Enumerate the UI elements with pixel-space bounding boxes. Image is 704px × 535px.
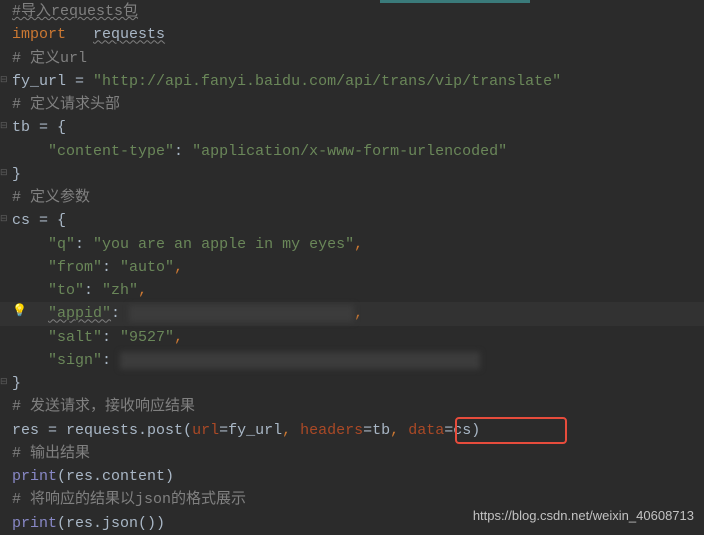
lightbulb-icon[interactable]: 💡 [12,302,26,316]
dict-key: "to" [48,282,84,299]
code-line[interactable]: print(res.content) [12,465,704,488]
code-line[interactable]: ⊟} [12,163,704,186]
fold-marker-icon[interactable]: ⊟ [0,213,10,223]
dict-key: "from" [48,259,102,276]
code-line[interactable]: # 发送请求，接收响应结果 [12,395,704,418]
dict-key: "sign" [48,352,102,369]
fold-marker-icon[interactable]: ⊟ [0,120,10,130]
code-line[interactable]: # 输出结果 [12,442,704,465]
fold-marker-icon[interactable]: ⊟ [0,376,10,386]
function-call: requests.post( [66,422,192,439]
code-line[interactable]: # 定义url [12,47,704,70]
fold-marker-icon[interactable]: ⊟ [0,74,10,84]
code-line[interactable]: ⊟cs = { [12,209,704,232]
dict-key: "salt" [48,329,102,346]
builtin-print: print [12,468,57,485]
code-line[interactable]: "from": "auto", [12,256,704,279]
comment: # 定义参数 [12,189,90,206]
dict-value: "you are an apple in my eyes" [93,236,354,253]
code-line[interactable]: "to": "zh", [12,279,704,302]
variable: fy_url [12,73,66,90]
comment: #导入requests包 [12,3,138,20]
kwarg: url [192,422,219,439]
code-line[interactable]: # 定义请求头部 [12,93,704,116]
code-line[interactable]: "salt": "9527", [12,326,704,349]
kwarg: data [408,422,444,439]
code-editor[interactable]: #导入requests包 import requests # 定义url ⊟fy… [0,0,704,535]
comment: # 输出结果 [12,445,90,462]
comment: # 发送请求，接收响应结果 [12,398,195,415]
code-line[interactable]: ⊟tb = { [12,116,704,139]
dict-value: "zh" [102,282,138,299]
redacted-value: " " [120,352,480,369]
module-name: requests [93,26,165,43]
code-line[interactable]: "content-type": "application/x-www-form-… [12,140,704,163]
dict-value: "auto" [120,259,174,276]
string-literal: "http://api.fanyi.baidu.com/api/trans/vi… [93,73,561,90]
close-brace: } [12,375,21,392]
redacted-value: " " [129,305,354,322]
code-line[interactable]: import requests [12,23,704,46]
fold-marker-icon[interactable]: ⊟ [0,167,10,177]
keyword-import: import [12,26,66,43]
builtin-print: print [12,515,57,532]
dict-key: "q" [48,236,75,253]
code-line[interactable]: ⊟} [12,372,704,395]
comment: # 将响应的结果以json的格式展示 [12,491,246,508]
code-line-highlighted[interactable]: 💡 "appid": " ", [0,302,704,325]
comment: # 定义请求头部 [12,96,120,113]
dict-declaration: cs = { [12,212,66,229]
dict-key: "content-type" [48,143,174,160]
kwarg: headers [300,422,363,439]
dict-value: "9527" [120,329,174,346]
close-brace: } [12,166,21,183]
dict-key: "appid" [48,305,111,322]
code-line[interactable]: ⊟fy_url = "http://api.fanyi.baidu.com/ap… [12,70,704,93]
variable: res [12,422,39,439]
dict-declaration: tb = { [12,119,66,136]
code-line[interactable]: # 定义参数 [12,186,704,209]
comment: # 定义url [12,50,87,67]
watermark-text: https://blog.csdn.net/weixin_40608713 [473,506,694,526]
code-line[interactable]: "sign": " " [12,349,704,372]
code-line[interactable]: res = requests.post(url=fy_url, headers=… [12,419,704,442]
code-line[interactable]: #导入requests包 [12,0,704,23]
dict-value: "application/x-www-form-urlencoded" [192,143,507,160]
code-line[interactable]: "q": "you are an apple in my eyes", [12,233,704,256]
